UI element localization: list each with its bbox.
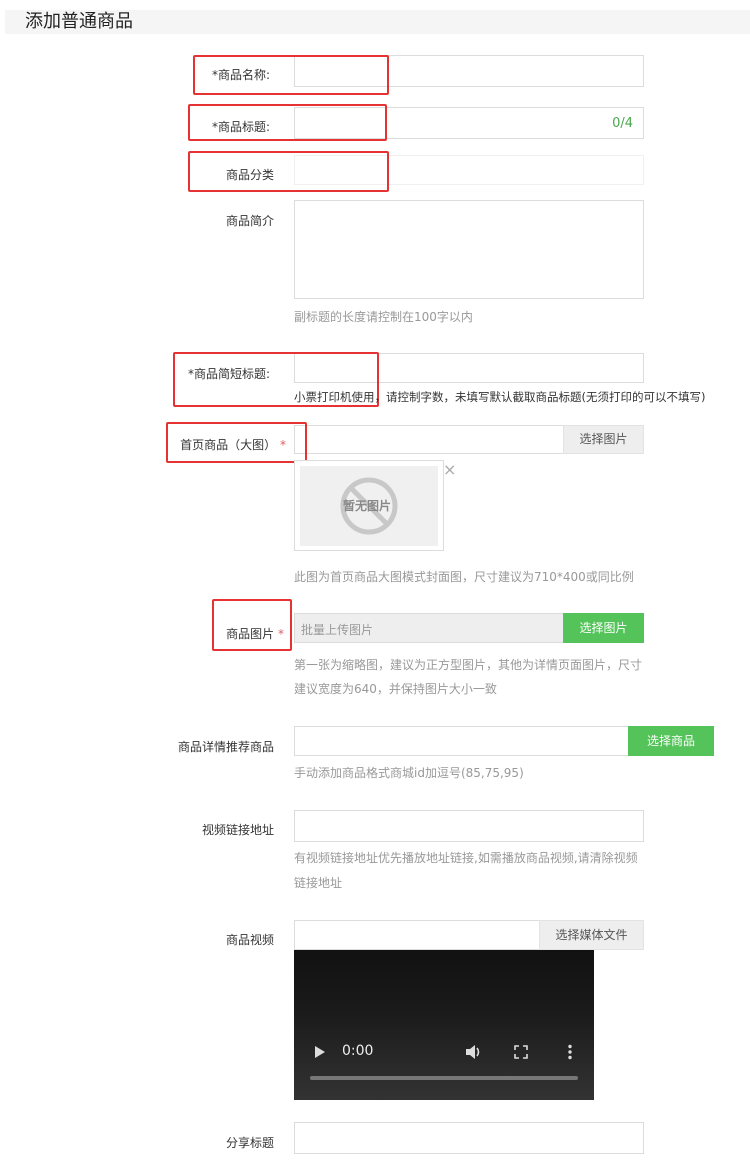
video-label: 商品视频 xyxy=(225,933,274,947)
recommend-hint: 手动添加商品格式商城id加逗号(85,75,95) xyxy=(294,766,524,780)
video-select-button[interactable]: 选择媒体文件 xyxy=(539,920,644,950)
close-icon[interactable]: × xyxy=(443,462,456,478)
intro-label: 商品简介 xyxy=(225,214,274,228)
video-link-input[interactable] xyxy=(294,810,644,842)
title-counter: 0/4 xyxy=(612,116,633,131)
short-title-label: *商品简短标题: xyxy=(187,367,270,381)
home-image-hint: 此图为首页商品大图模式封面图，尺寸建议为710*400或同比例 xyxy=(294,570,634,584)
video-time: 0:00 xyxy=(342,1043,374,1059)
category-label: 商品分类 xyxy=(225,168,274,182)
title-label: *商品标题: xyxy=(211,120,270,134)
page-title-bar: 添加普通商品 xyxy=(5,10,750,34)
video-path-input[interactable] xyxy=(294,920,540,950)
video-progress-bar[interactable] xyxy=(310,1076,578,1080)
name-label: *商品名称: xyxy=(211,68,270,82)
home-image-preview: 暂无图片 xyxy=(294,460,444,551)
product-images-upload-input[interactable]: 批量上传图片 xyxy=(294,613,564,643)
video-link-hint-line1: 有视频链接地址优先播放地址链接,如需播放商品视频,请清除视频 xyxy=(294,851,638,865)
product-images-hint-line2: 建议宽度为640，并保持图片大小一致 xyxy=(294,682,497,696)
share-title-label: 分享标题 xyxy=(225,1136,274,1150)
name-input[interactable] xyxy=(294,55,644,87)
product-images-placeholder: 批量上传图片 xyxy=(301,623,374,637)
share-title-input[interactable] xyxy=(294,1122,644,1154)
short-title-hint: 小票打印机使用，请控制字数，未填写默认截取商品标题(无须打印的可以不填写) xyxy=(294,390,706,404)
product-images-label-text: 商品图片 xyxy=(226,627,275,641)
product-images-label: 商品图片 * xyxy=(200,625,284,642)
home-image-label: 首页商品（大图） * xyxy=(168,436,286,453)
product-images-select-button[interactable]: 选择图片 xyxy=(563,613,644,643)
title-input[interactable]: 0/4 xyxy=(294,107,644,139)
home-image-required-star: * xyxy=(280,438,286,452)
recommend-input[interactable] xyxy=(294,726,629,756)
intro-textarea[interactable] xyxy=(294,200,644,299)
play-icon[interactable] xyxy=(315,1046,325,1058)
video-link-hint-line2: 链接地址 xyxy=(294,876,343,890)
fullscreen-icon[interactable] xyxy=(514,1045,528,1059)
page-title: 添加普通商品 xyxy=(25,11,133,32)
short-title-input[interactable] xyxy=(294,353,644,383)
home-image-placeholder: 暂无图片 xyxy=(300,466,438,546)
video-link-label: 视频链接地址 xyxy=(201,823,274,837)
intro-hint: 副标题的长度请控制在100字以内 xyxy=(294,310,473,324)
home-image-label-text: 首页商品（大图） xyxy=(180,438,277,452)
recommend-select-button[interactable]: 选择商品 xyxy=(628,726,714,756)
home-image-select-button[interactable]: 选择图片 xyxy=(563,425,644,454)
more-options-icon[interactable] xyxy=(567,1044,573,1060)
home-image-path-input[interactable] xyxy=(294,425,564,454)
no-image-text: 暂无图片 xyxy=(343,499,392,513)
category-select[interactable] xyxy=(294,155,644,185)
product-images-required-star: * xyxy=(278,627,284,641)
recommend-label: 商品详情推荐商品 xyxy=(177,740,274,754)
video-player[interactable]: 0:00 xyxy=(294,950,594,1100)
product-images-hint-line1: 第一张为缩略图，建议为正方型图片，其他为详情页面图片，尺寸 xyxy=(294,658,643,672)
volume-icon[interactable] xyxy=(465,1044,483,1060)
